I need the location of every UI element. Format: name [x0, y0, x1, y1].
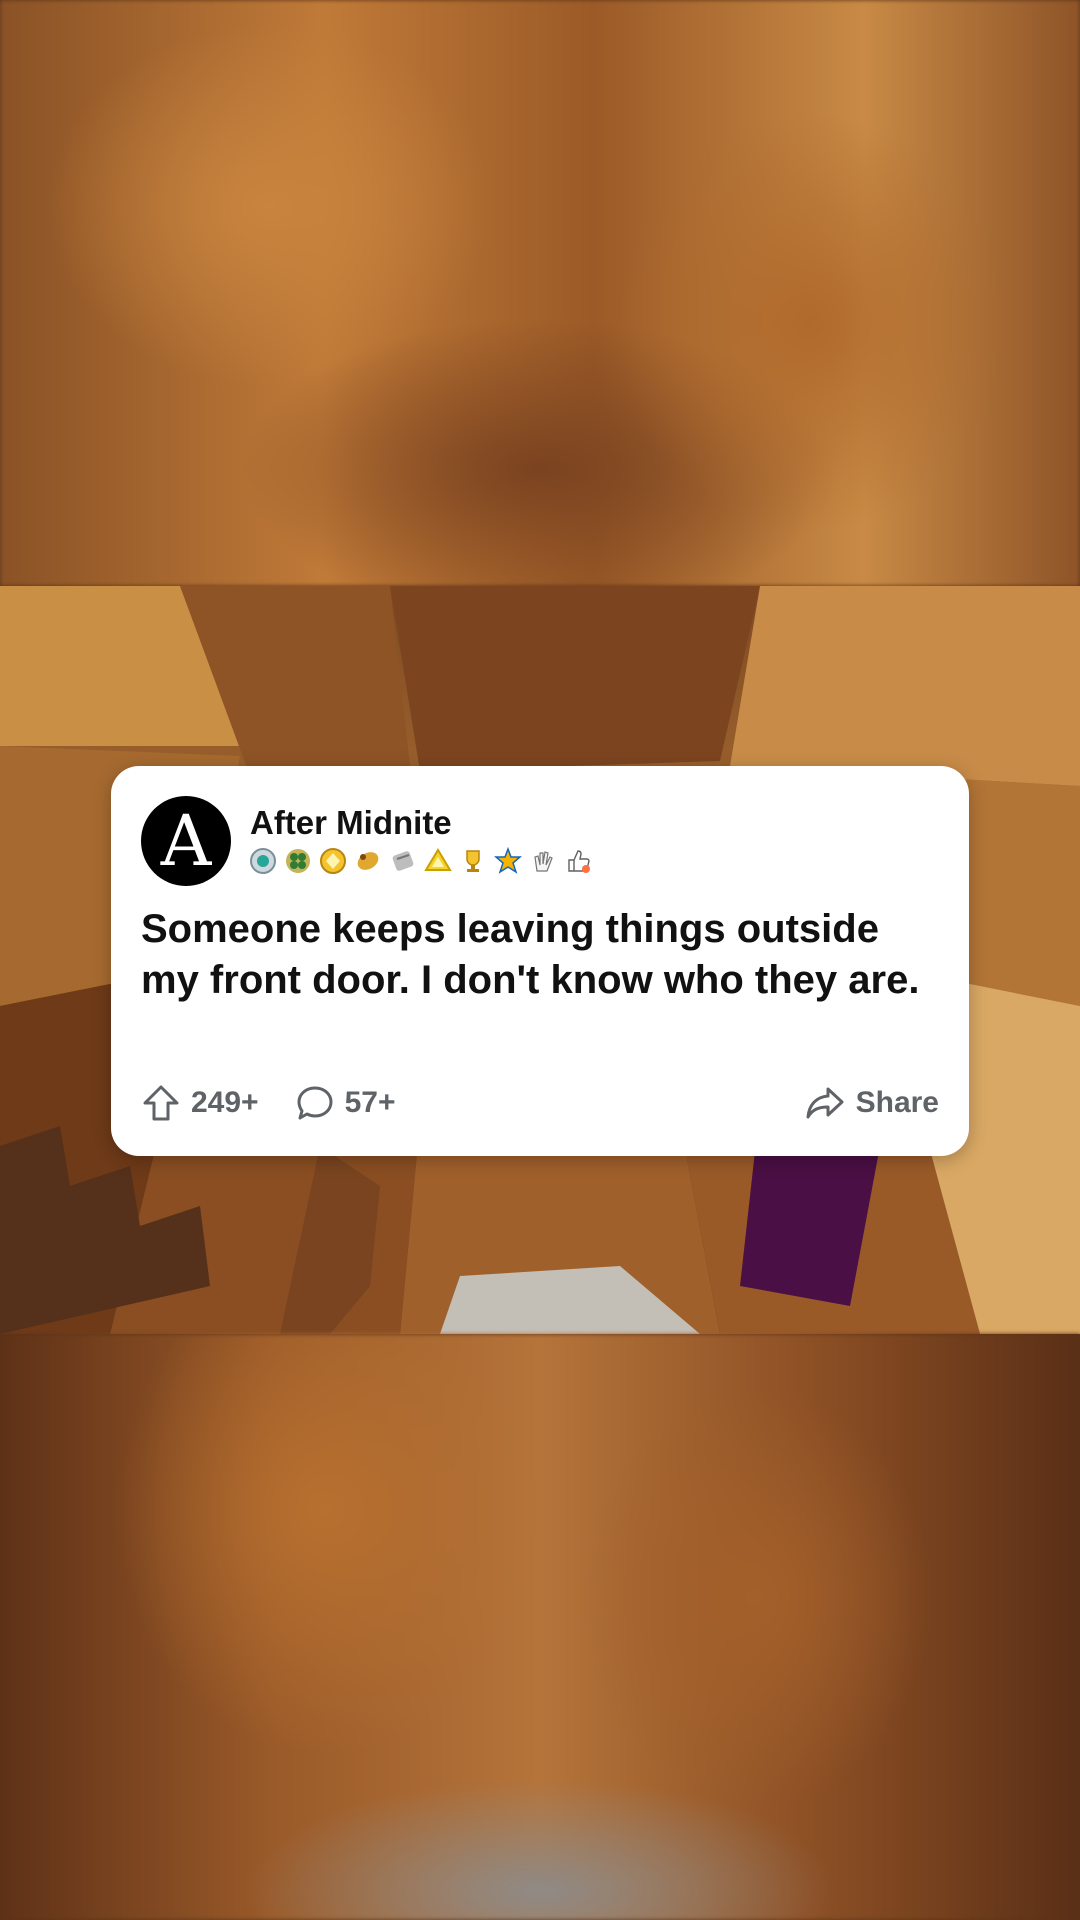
- share-label: Share: [855, 1086, 939, 1119]
- author-name[interactable]: After Midnite: [250, 804, 452, 842]
- blurred-background-top: [0, 0, 1080, 586]
- comment-count: 57+: [344, 1086, 396, 1119]
- pyramid-badge-icon: [424, 848, 452, 871]
- award-badges: [249, 846, 592, 876]
- clap-badge-icon: [534, 851, 553, 872]
- star-badge-icon: [494, 847, 522, 874]
- share-arrow-icon: [806, 1087, 844, 1119]
- avatar-letter: A: [160, 800, 212, 882]
- comments-button[interactable]: 57+: [295, 1083, 396, 1123]
- author-avatar[interactable]: A: [141, 796, 231, 886]
- helmet-badge-icon: [320, 848, 346, 874]
- post-title[interactable]: Someone keeps leaving things outside my …: [141, 904, 931, 1006]
- share-button[interactable]: Share: [804, 1083, 939, 1123]
- compass-badge-icon: [250, 848, 276, 874]
- upvote-arrow-icon: [143, 1085, 179, 1121]
- upvote-button[interactable]: 249+: [141, 1083, 259, 1123]
- bird-badge-icon: [357, 852, 379, 870]
- upvote-count: 249+: [191, 1086, 259, 1119]
- trophy-badge-icon: [466, 850, 480, 872]
- comment-bubble-icon: [297, 1086, 333, 1120]
- scroll-badge-icon: [392, 851, 414, 871]
- blurred-background-bottom: [0, 1334, 1080, 1920]
- post-actions-bar: 249+ 57+ Share: [141, 1081, 939, 1125]
- clover-badge-icon: [286, 849, 310, 873]
- post-card[interactable]: A After Midnite Someone keeps leaving th…: [111, 766, 969, 1156]
- thumbs-up-badge-icon: [568, 850, 590, 873]
